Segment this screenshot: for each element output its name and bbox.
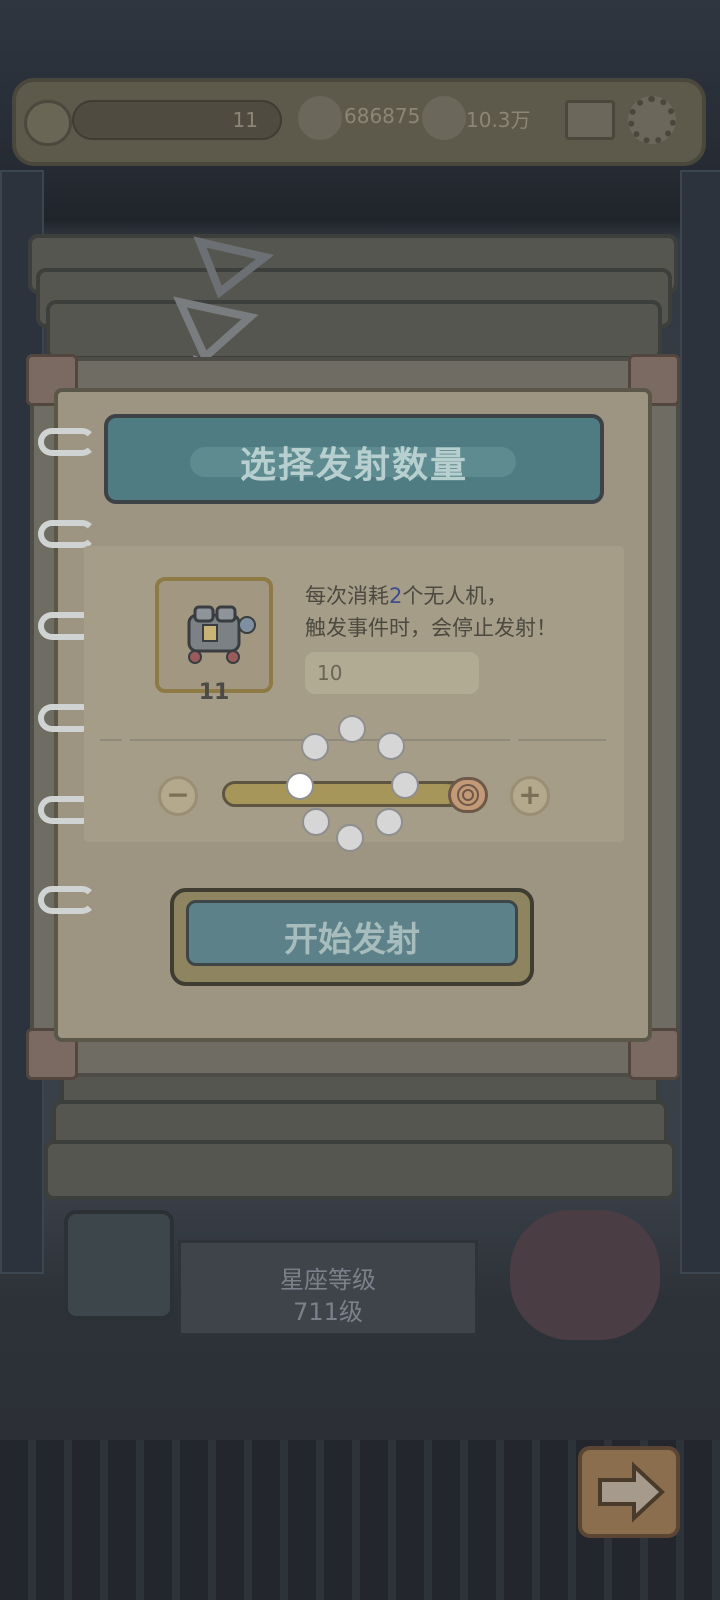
start-launch-label: 开始发射 xyxy=(284,920,420,960)
next-arrow-button[interactable] xyxy=(578,1446,680,1538)
stacked-sheet xyxy=(46,300,662,360)
drone-avatar-icon[interactable] xyxy=(24,100,72,146)
slider-knob[interactable] xyxy=(448,777,488,813)
loading-dot-active xyxy=(286,772,314,800)
swirl-icon xyxy=(457,784,479,806)
plus-button[interactable]: + xyxy=(510,776,550,816)
binder-ring xyxy=(38,520,96,548)
description-line-1: 每次消耗2个无人机， xyxy=(305,580,507,610)
binder-ring xyxy=(38,886,96,914)
drone-cost-highlight: 2 xyxy=(389,584,403,608)
speech-bubble-icon xyxy=(298,96,342,140)
envelope-icon[interactable] xyxy=(565,100,615,140)
drone-item-slot xyxy=(155,577,273,693)
loading-dot xyxy=(377,732,405,760)
binder-ring xyxy=(38,428,96,456)
loading-dot xyxy=(301,733,329,761)
level-value: 11 xyxy=(232,108,258,132)
minus-button[interactable]: − xyxy=(158,776,198,816)
loading-dot xyxy=(391,771,419,799)
description-suffix: 个无人机， xyxy=(402,584,508,608)
drone-icon xyxy=(187,605,256,664)
slider-fill xyxy=(225,784,455,804)
loading-dot xyxy=(336,824,364,852)
currency-1-value: 686875 xyxy=(344,104,421,128)
divider xyxy=(518,739,606,741)
thought-bubble-icon xyxy=(422,96,466,140)
quantity-input[interactable]: 10 xyxy=(305,652,479,694)
divider xyxy=(100,739,122,741)
stacked-sheet xyxy=(44,1140,676,1200)
arrow-right-icon xyxy=(598,1461,665,1523)
description-line-2: 触发事件时，会停止发射！ xyxy=(305,616,557,640)
loading-dot xyxy=(375,808,403,836)
item-count: 11 xyxy=(198,680,230,705)
right-frame xyxy=(680,170,720,1274)
level-pill: 11 xyxy=(72,100,282,140)
constellation-level: 711级 xyxy=(293,1298,363,1326)
loading-dot xyxy=(302,808,330,836)
currency-2-value: 10.3万 xyxy=(466,108,531,132)
gear-icon[interactable] xyxy=(628,96,676,144)
machine-right xyxy=(510,1210,660,1340)
loading-dot xyxy=(338,715,366,743)
description-prefix: 每次消耗 xyxy=(305,584,389,608)
constellation-label: 星座等级 xyxy=(280,1266,376,1294)
machine-left xyxy=(64,1210,174,1320)
dialog-title: 选择发射数量 xyxy=(239,445,468,486)
